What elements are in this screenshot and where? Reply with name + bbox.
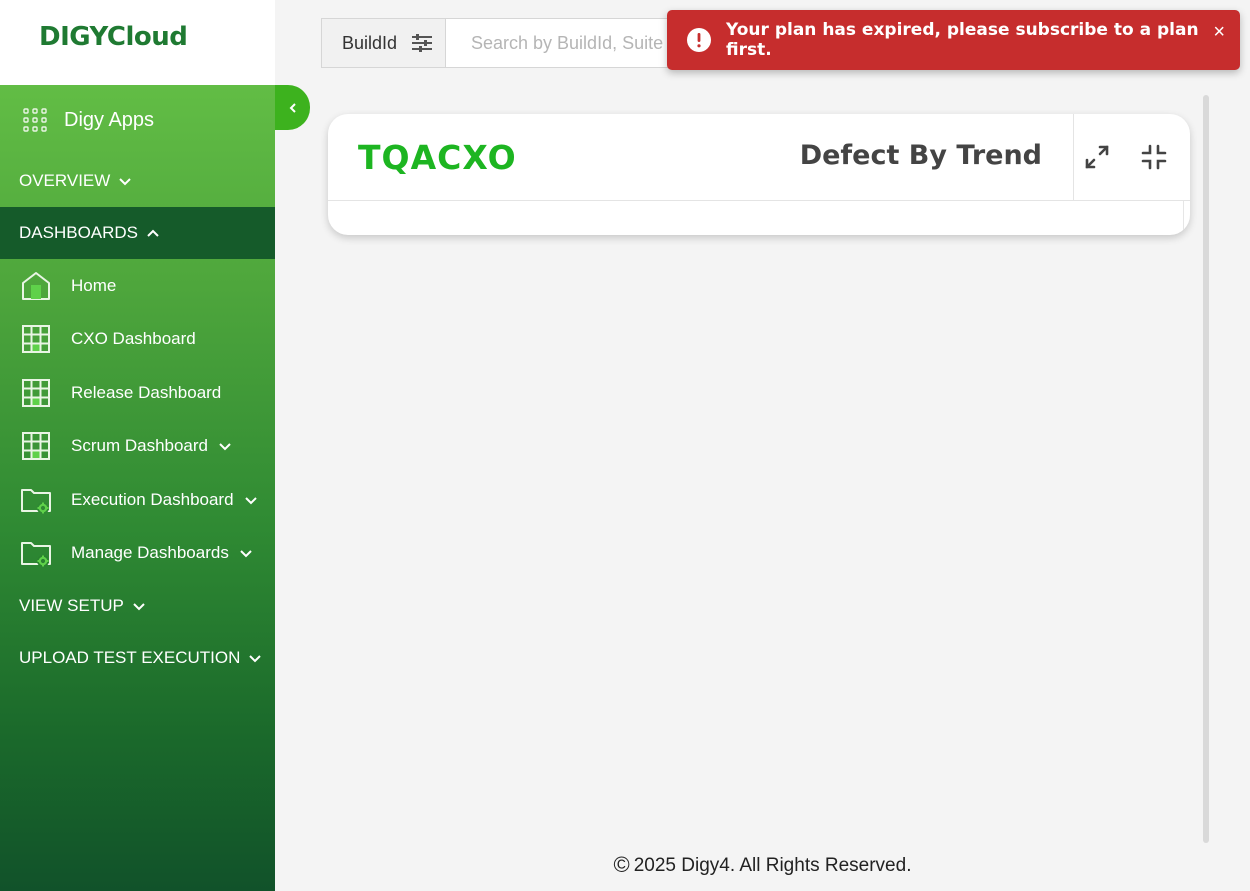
section-view-setup[interactable]: VIEW SETUP	[0, 580, 275, 632]
section-dashboards-label: DASHBOARDS	[19, 223, 139, 242]
sidebar-item-label: CXO Dashboard	[71, 329, 196, 349]
sidebar-item-cxo-dashboard[interactable]: CXO Dashboard	[0, 313, 275, 367]
copyright-icon: ©	[613, 852, 630, 877]
search-bar: BuildId	[321, 18, 686, 68]
card-divider	[1073, 114, 1074, 201]
section-upload-label: UPLOAD TEST EXECUTION	[19, 648, 241, 667]
section-upload-test-execution[interactable]: UPLOAD TEST EXECUTION	[0, 632, 275, 684]
chevron-down-icon	[240, 550, 252, 558]
folder-gear-icon	[21, 542, 51, 568]
digy-apps-button[interactable]: Digy Apps	[0, 85, 275, 155]
card-title: Defect By Trend	[799, 140, 1042, 171]
card-brand: TQACXO	[358, 138, 517, 177]
sidebar-item-label: Home	[71, 275, 117, 295]
chevron-down-icon	[119, 178, 132, 186]
sidebar-collapse-button[interactable]	[275, 85, 310, 130]
card-scrollbar[interactable]	[1183, 201, 1184, 235]
section-view-setup-label: VIEW SETUP	[19, 596, 124, 615]
sidebar: Digy Apps OVERVIEW DASHBOARDS Home CXO D…	[0, 85, 275, 891]
toast-close-button[interactable]: ×	[1213, 22, 1225, 42]
chevron-down-icon	[219, 443, 231, 451]
chevron-down-icon	[244, 497, 257, 505]
grid-table-icon	[22, 378, 50, 407]
sidebar-item-label: Release Dashboard	[71, 382, 222, 402]
home-icon	[22, 271, 50, 300]
sidebar-item-label: Scrum Dashboard	[71, 436, 209, 456]
search-input[interactable]	[446, 18, 686, 68]
sidebar-item-execution-dashboard[interactable]: Execution Dashboard	[0, 473, 275, 527]
sidebar-item-home[interactable]: Home	[0, 259, 275, 313]
main-scrollbar[interactable]	[1203, 95, 1209, 843]
card-header: TQACXO Defect By Trend	[328, 114, 1190, 201]
chevron-left-icon	[289, 102, 296, 113]
footer-text: 2025 Digy4. All Rights Reserved.	[633, 855, 912, 876]
chevron-down-icon	[133, 603, 145, 611]
expand-icon[interactable]	[1082, 142, 1112, 172]
plan-expired-toast: Your plan has expired, please subscribe …	[667, 10, 1240, 70]
search-filter-select[interactable]: BuildId	[321, 18, 446, 68]
search-filter-label: BuildId	[342, 32, 398, 53]
sliders-icon	[412, 34, 433, 52]
collapse-icon[interactable]	[1139, 142, 1169, 172]
section-overview[interactable]: OVERVIEW	[0, 155, 275, 207]
app-logo[interactable]: DIGYCloud	[39, 22, 188, 52]
sidebar-item-scrum-dashboard[interactable]: Scrum Dashboard	[0, 420, 275, 474]
folder-gear-icon	[21, 488, 51, 514]
footer: © 2025 Digy4. All Rights Reserved.	[275, 852, 1250, 878]
grid-table-icon	[22, 432, 50, 461]
dashboard-card: TQACXO Defect By Trend	[328, 114, 1190, 235]
alert-circle-icon	[687, 28, 711, 52]
sidebar-item-release-dashboard[interactable]: Release Dashboard	[0, 366, 275, 420]
toast-message: Your plan has expired, please subscribe …	[726, 20, 1199, 60]
apps-grid-icon	[23, 108, 47, 132]
logo-area: DIGYCloud	[0, 0, 275, 85]
sidebar-item-manage-dashboards[interactable]: Manage Dashboards	[0, 527, 275, 581]
section-dashboards[interactable]: DASHBOARDS	[0, 207, 275, 259]
grid-table-icon	[22, 325, 50, 354]
sidebar-item-label: Manage Dashboards	[71, 543, 229, 563]
sidebar-item-label: Execution Dashboard	[71, 489, 234, 509]
chevron-up-icon	[147, 229, 159, 237]
digy-apps-label: Digy Apps	[64, 108, 155, 131]
chevron-down-icon	[249, 655, 262, 663]
section-overview-label: OVERVIEW	[19, 171, 111, 190]
